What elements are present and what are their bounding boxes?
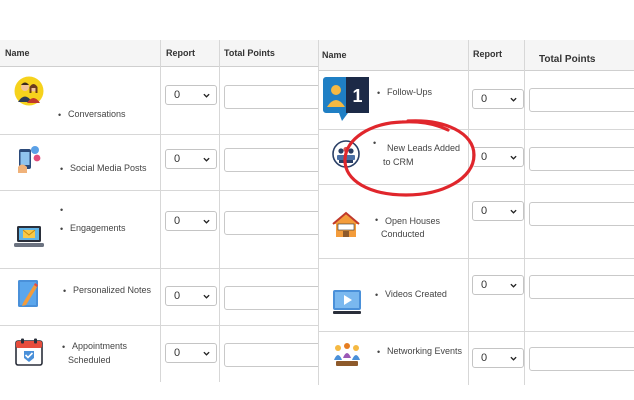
- total-points-input[interactable]: [529, 275, 634, 299]
- header-name: Name: [5, 48, 30, 58]
- chevron-down-icon: [510, 283, 517, 288]
- open-house-icon: [332, 211, 360, 237]
- row-label: Follow-Ups: [387, 87, 433, 97]
- row-label: Engagements: [70, 223, 126, 233]
- row-label: New Leads Added: [387, 143, 461, 153]
- laptop-mail-icon: [14, 226, 44, 247]
- table-row: • Videos Created 0: [319, 259, 634, 332]
- badge-count: 1: [352, 86, 362, 106]
- notification-badge-icon: 1: [323, 77, 369, 121]
- row-label: Open Houses: [385, 216, 441, 226]
- row-label-line-2: to CRM: [383, 157, 414, 167]
- report-select[interactable]: 0: [165, 343, 217, 363]
- bullet: •: [375, 215, 379, 225]
- table-header: Name Report Total Points: [319, 40, 634, 71]
- table-row: 1 • Follow-Ups 0: [319, 71, 634, 130]
- report-select[interactable]: 0: [472, 147, 524, 167]
- chevron-down-icon: [510, 209, 517, 214]
- right-table: Name Report Total Points 1 • Follow-Ups …: [318, 40, 634, 385]
- social-media-icon: [18, 146, 41, 173]
- chevron-down-icon: [510, 155, 517, 160]
- row-label: Social Media Posts: [70, 163, 147, 173]
- report-select-value: 0: [174, 347, 181, 359]
- report-select-value: 0: [481, 93, 488, 105]
- report-select[interactable]: 0: [472, 275, 524, 295]
- table-row: • Open Houses Conducted 0: [319, 185, 634, 259]
- chevron-down-icon: [510, 356, 517, 361]
- table-row: • • Social Media Posts 0: [0, 135, 318, 215]
- report-select[interactable]: 0: [472, 201, 524, 221]
- left-table: Name Report Total Points • Conversations…: [0, 40, 318, 382]
- people-icon: [14, 76, 44, 106]
- networking-people-icon: [334, 343, 360, 366]
- total-points-input[interactable]: [529, 88, 634, 112]
- table-row: • New Leads Added to CRM 0: [319, 130, 634, 185]
- row-label-line-2: Conducted: [381, 229, 425, 239]
- report-select-value: 0: [481, 279, 488, 291]
- report-select[interactable]: 0: [165, 286, 217, 306]
- report-select-value: 0: [174, 215, 181, 227]
- chevron-down-icon: [203, 157, 210, 162]
- report-select-value: 0: [174, 89, 181, 101]
- row-label: Appointments: [72, 341, 128, 351]
- header-total-points: Total Points: [224, 48, 275, 58]
- total-points-input[interactable]: [224, 211, 318, 235]
- bullet: •: [377, 88, 381, 98]
- bullet: •: [62, 342, 66, 352]
- report-select-value: 0: [174, 153, 181, 165]
- row-label: Personalized Notes: [73, 285, 152, 295]
- total-points-input[interactable]: [224, 286, 318, 310]
- row-label: Networking Events: [387, 346, 463, 356]
- calendar-check-icon: [15, 338, 43, 366]
- table-row: • Conversations 0: [0, 67, 318, 135]
- report-select[interactable]: 0: [165, 149, 217, 169]
- header-report: Report: [473, 49, 502, 59]
- row-label: Conversations: [68, 109, 126, 119]
- total-points-input[interactable]: [529, 147, 634, 171]
- header-name: Name: [322, 50, 347, 60]
- bullet: •: [58, 110, 62, 120]
- note-pencil-icon: [18, 280, 38, 307]
- total-points-input[interactable]: [529, 347, 634, 371]
- report-select-value: 0: [481, 205, 488, 217]
- report-select[interactable]: 0: [165, 211, 217, 231]
- chevron-down-icon: [203, 219, 210, 224]
- table-row: • Appointments Scheduled 0: [0, 326, 318, 382]
- table-row: • Personalized Notes 0: [0, 269, 318, 326]
- bullet: •: [377, 347, 381, 357]
- row-label: Videos Created: [385, 289, 447, 299]
- chevron-down-icon: [203, 351, 210, 356]
- chevron-down-icon: [203, 294, 210, 299]
- bullet: •: [60, 224, 64, 234]
- total-points-input[interactable]: [224, 85, 318, 109]
- total-points-input[interactable]: [529, 202, 634, 226]
- row-label-line-2: Scheduled: [68, 355, 111, 365]
- report-select[interactable]: 0: [472, 89, 524, 109]
- report-select-value: 0: [174, 290, 181, 302]
- bullet: •: [63, 286, 67, 296]
- bullet: •: [373, 138, 377, 148]
- video-player-icon: [333, 290, 361, 314]
- table-row: • Engagements 0: [0, 191, 318, 269]
- report-select-value: 0: [481, 151, 488, 163]
- chevron-down-icon: [203, 93, 210, 98]
- table-row: • Networking Events 0: [319, 332, 634, 385]
- chevron-down-icon: [510, 97, 517, 102]
- header-total-points: Total Points: [539, 54, 596, 65]
- report-select[interactable]: 0: [472, 348, 524, 368]
- bullet: •: [60, 164, 64, 174]
- crm-leads-icon: [332, 140, 360, 168]
- header-report: Report: [166, 48, 195, 58]
- total-points-input[interactable]: [224, 343, 318, 367]
- report-select[interactable]: 0: [165, 85, 217, 105]
- report-select-value: 0: [481, 352, 488, 364]
- table-header: Name Report Total Points: [0, 40, 318, 67]
- bullet: •: [375, 290, 379, 300]
- total-points-input[interactable]: [224, 148, 318, 172]
